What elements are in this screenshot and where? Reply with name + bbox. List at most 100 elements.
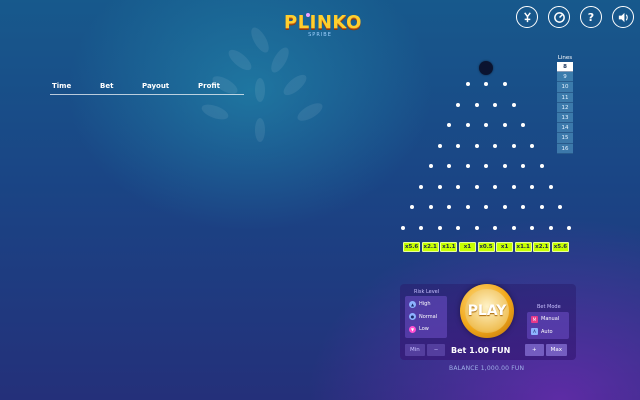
peg bbox=[419, 225, 424, 230]
peg bbox=[493, 184, 498, 189]
risk-option-label: High bbox=[419, 301, 431, 308]
bet-mode-label: Bet Mode bbox=[537, 304, 561, 310]
multiplier-slot: x0.5 bbox=[477, 242, 495, 252]
lines-selector: Lines 8 9 10 11 12 13 14 15 16 bbox=[557, 55, 573, 154]
bet-mode-group: M Manual A Auto bbox=[527, 312, 569, 339]
bet-mode-option-label: Manual bbox=[541, 316, 560, 323]
history-col-payout: Payout bbox=[142, 82, 170, 90]
peg bbox=[447, 164, 451, 168]
multiplier-slot: x5.6 bbox=[403, 242, 421, 252]
provably-fair-icon[interactable] bbox=[516, 6, 538, 28]
peg bbox=[437, 184, 442, 189]
lines-option-11[interactable]: 11 bbox=[557, 92, 573, 103]
peg bbox=[465, 82, 470, 86]
lines-option-9[interactable]: 9 bbox=[557, 72, 573, 83]
peg bbox=[539, 205, 544, 209]
peg bbox=[474, 225, 479, 230]
peg bbox=[493, 225, 498, 230]
bet-mode-manual[interactable]: M Manual bbox=[529, 313, 567, 326]
history-header: Time Bet Payout Profit bbox=[50, 82, 244, 95]
peg bbox=[447, 123, 451, 127]
risk-option-low[interactable]: ▼ Low bbox=[407, 323, 445, 336]
increase-bet-button[interactable]: + bbox=[525, 344, 544, 356]
decrease-bet-button[interactable]: − bbox=[426, 344, 446, 356]
peg bbox=[539, 164, 544, 168]
multiplier-slot: x1 bbox=[496, 242, 514, 252]
top-toolbar: ? bbox=[516, 6, 634, 28]
lines-option-8[interactable]: 8 bbox=[557, 62, 573, 73]
help-icon[interactable]: ? bbox=[580, 6, 602, 28]
multiplier-slot: x2.1 bbox=[533, 242, 551, 252]
peg bbox=[530, 184, 535, 189]
lines-label: Lines bbox=[557, 55, 573, 61]
manual-icon: M bbox=[531, 315, 538, 323]
lines-option-14[interactable]: 14 bbox=[557, 123, 573, 134]
peg bbox=[474, 184, 479, 189]
sound-icon[interactable] bbox=[612, 6, 634, 28]
peg bbox=[484, 123, 488, 127]
risk-level-group: ▲ High ● Normal ▼ Low bbox=[405, 296, 447, 338]
risk-low-icon: ▼ bbox=[409, 325, 416, 333]
bet-mode-option-label: Auto bbox=[541, 328, 553, 335]
risk-high-icon: ▲ bbox=[409, 300, 416, 308]
peg bbox=[511, 143, 516, 148]
peg bbox=[521, 123, 525, 127]
balance-display: BALANCE 1,000.00 FUN bbox=[449, 365, 525, 372]
peg bbox=[465, 205, 470, 209]
play-label: PLAY bbox=[465, 289, 509, 333]
lines-option-10[interactable]: 10 bbox=[557, 82, 573, 93]
lines-list: 8 9 10 11 12 13 14 15 16 bbox=[557, 62, 573, 154]
peg bbox=[465, 164, 470, 168]
multiplier-slot: x1.1 bbox=[440, 242, 458, 252]
peg bbox=[567, 225, 572, 230]
risk-option-label: Normal bbox=[419, 313, 438, 320]
logo-title: PLINKO bbox=[284, 12, 362, 33]
peg bbox=[493, 143, 498, 148]
auto-icon: A bbox=[531, 328, 538, 336]
limits-icon[interactable] bbox=[548, 6, 570, 28]
lines-option-16[interactable]: 16 bbox=[557, 143, 573, 154]
risk-level-label: Risk Level bbox=[414, 289, 440, 295]
peg bbox=[502, 164, 507, 168]
multiplier-slot: x2.1 bbox=[421, 242, 439, 252]
peg bbox=[484, 82, 488, 86]
peg bbox=[419, 184, 424, 189]
risk-option-normal[interactable]: ● Normal bbox=[407, 311, 445, 324]
lines-option-15[interactable]: 15 bbox=[557, 133, 573, 144]
ball bbox=[479, 61, 493, 75]
peg bbox=[400, 225, 405, 230]
peg bbox=[456, 143, 461, 148]
peg bbox=[484, 205, 488, 209]
lines-option-12[interactable]: 12 bbox=[557, 102, 573, 113]
multiplier-slot: x1 bbox=[458, 242, 476, 252]
peg bbox=[465, 123, 470, 127]
peg bbox=[474, 143, 479, 148]
bet-amount: Bet 1.00 FUN bbox=[451, 346, 511, 355]
play-button[interactable]: PLAY bbox=[460, 284, 514, 338]
peg bbox=[511, 102, 516, 107]
peg bbox=[474, 102, 479, 107]
peg bbox=[456, 102, 461, 107]
min-bet-button[interactable]: Min bbox=[405, 344, 425, 356]
bet-history-table: Time Bet Payout Profit bbox=[50, 82, 244, 95]
multiplier-slot: x5.6 bbox=[551, 242, 569, 252]
peg bbox=[456, 225, 461, 230]
peg bbox=[502, 82, 507, 86]
risk-option-high[interactable]: ▲ High bbox=[407, 298, 445, 311]
peg bbox=[456, 184, 461, 189]
peg bbox=[493, 102, 498, 107]
history-col-profit: Profit bbox=[198, 82, 220, 90]
history-col-time: Time bbox=[52, 82, 72, 90]
max-bet-button[interactable]: Max bbox=[545, 344, 567, 356]
peg bbox=[511, 225, 516, 230]
peg bbox=[548, 225, 553, 230]
lines-option-13[interactable]: 13 bbox=[557, 112, 573, 124]
peg bbox=[447, 205, 451, 209]
peg bbox=[521, 164, 525, 168]
bet-mode-auto[interactable]: A Auto bbox=[529, 326, 567, 339]
peg bbox=[558, 205, 562, 209]
peg bbox=[502, 205, 507, 209]
peg bbox=[511, 184, 516, 189]
multiplier-slot: x1.1 bbox=[514, 242, 532, 252]
peg bbox=[548, 184, 553, 189]
